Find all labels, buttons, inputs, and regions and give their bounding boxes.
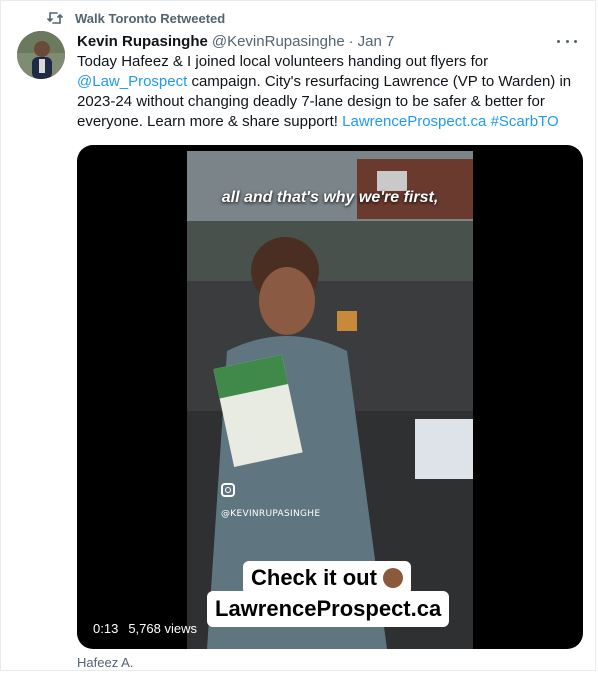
tweet-header: Kevin Rupasinghe @KevinRupasinghe · Jan …	[77, 31, 579, 51]
tweet-line-2-text: campaign. City's resurfacing Lawrence (V…	[187, 73, 572, 90]
retweet-context: Walk Toronto Retweeted	[47, 9, 225, 27]
video-cta-url: LawrenceProspect.ca	[207, 591, 450, 627]
author-handle[interactable]: @KevinRupasinghe	[212, 33, 345, 50]
video-watermark-handle: @KEVINRUPASINGHE	[221, 509, 321, 519]
avatar[interactable]	[17, 31, 65, 79]
avatar-image	[17, 31, 65, 79]
video-player[interactable]: all and that's why we're first, @KEVINRU…	[77, 145, 583, 649]
separator-dot: ·	[348, 32, 354, 50]
tweet-card[interactable]: Walk Toronto Retweeted Kevin Rupasinghe …	[0, 0, 596, 671]
retweet-label[interactable]: Walk Toronto Retweeted	[75, 11, 225, 26]
url-link[interactable]: LawrenceProspect.ca	[342, 113, 486, 130]
video-timestamp: 0:13	[93, 620, 119, 636]
video-attribution[interactable]: Hafeez A.	[77, 655, 133, 670]
video-frame[interactable]: all and that's why we're first, @KEVINRU…	[187, 151, 473, 649]
retweet-icon	[47, 12, 63, 24]
video-caption: all and that's why we're first,	[221, 189, 439, 206]
tweet-line-4-text: everyone. Learn more & share support!	[77, 113, 343, 130]
tweet-date[interactable]: Jan 7	[358, 33, 395, 50]
cta-check-text: Check it out	[251, 565, 377, 590]
video-views: 5,768 views	[128, 620, 197, 636]
instagram-icon	[221, 483, 235, 497]
tweet-line-3: 2023-24 without changing deadly 7-lane d…	[77, 93, 545, 110]
video-cta-check: Check it out	[243, 561, 411, 595]
author-name[interactable]: Kevin Rupasinghe	[77, 33, 208, 50]
tweet-line-1: Today Hafeez & I joined local volunteers…	[77, 53, 489, 70]
pointing-down-icon	[382, 568, 403, 588]
mention-link[interactable]: @Law_Prospect	[77, 73, 187, 90]
tweet-line-2: @Law_Prospect campaign. City's resurfaci…	[77, 72, 585, 92]
hashtag-link[interactable]: #ScarbTO	[491, 113, 559, 130]
video-meta: 0:13 5,768 views	[93, 619, 207, 637]
tweet-text: Today Hafeez & I joined local volunteers…	[77, 52, 585, 132]
more-icon[interactable]	[557, 33, 577, 49]
tweet-line-4: everyone. Learn more & share support! La…	[77, 112, 585, 132]
